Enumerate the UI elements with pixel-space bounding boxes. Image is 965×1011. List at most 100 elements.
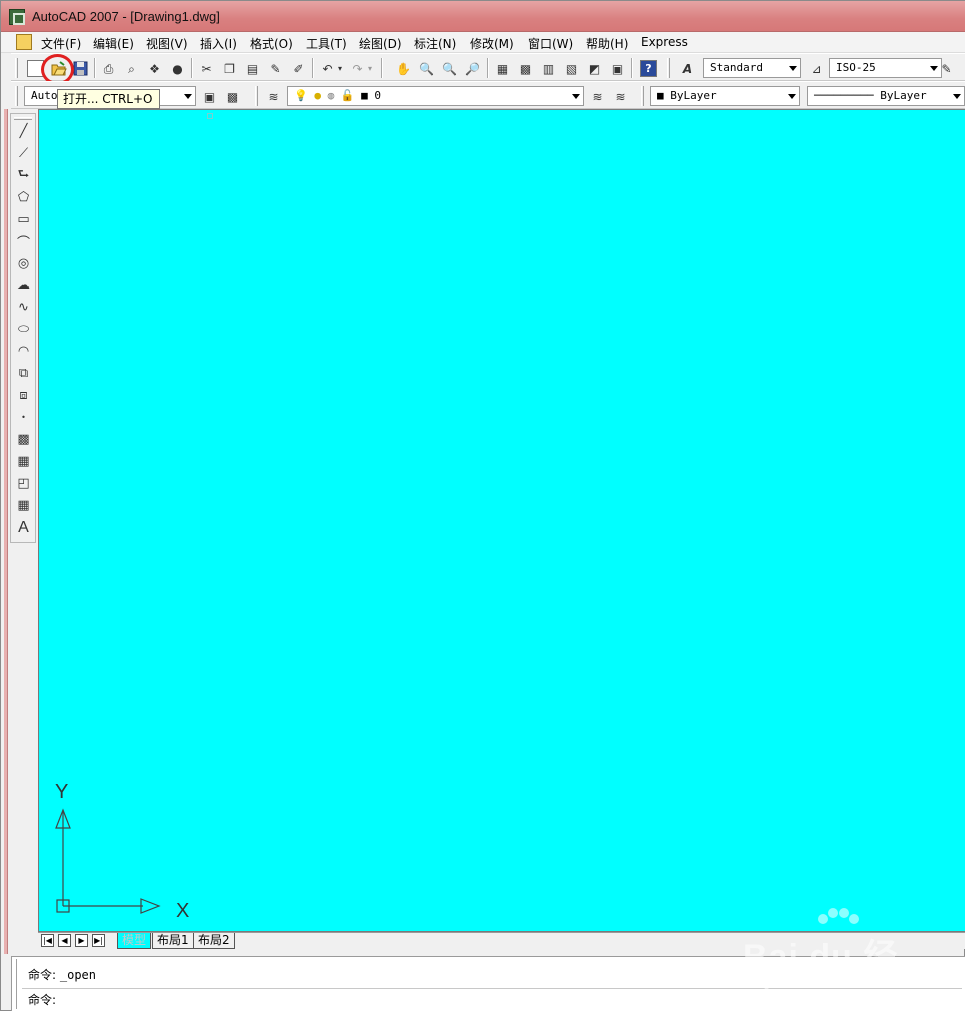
menu-edit[interactable]: 编辑(E) [93,35,134,52]
polyline-icon[interactable]: ⮑ [14,166,33,185]
menu-draw[interactable]: 绘图(D) [359,35,402,52]
calculator-icon[interactable]: ▣ [609,60,626,77]
block-editor-icon[interactable]: ✐ [290,60,307,77]
command-history-value: _open [59,968,96,982]
autocad-app-icon[interactable] [9,9,25,25]
command-input-line[interactable]: 命令: [28,991,56,1008]
tab-layout2[interactable]: 布局2 [193,933,235,949]
make-object-layer-current-icon[interactable]: ≋ [589,88,606,105]
table-icon[interactable]: ▦ [14,496,33,515]
menu-format[interactable]: 格式(O) [250,35,293,52]
help-icon[interactable]: ? [640,60,657,77]
menu-tools[interactable]: 工具(T) [306,35,347,52]
match-properties-icon[interactable]: ✎ [267,60,284,77]
window-title: AutoCAD 2007 - [Drawing1.dwg] [32,9,220,24]
tool-palettes-icon[interactable]: ▥ [540,60,557,77]
cut-icon[interactable]: ✂ [198,60,215,77]
drawing-canvas[interactable]: Y X [38,109,965,932]
document-icon[interactable] [16,34,32,50]
layer-select[interactable]: 💡 ● ◍ 🔓 ■ 0 [287,86,584,106]
toolbar-grip[interactable] [641,86,644,106]
menu-help[interactable]: 帮助(H) [586,35,628,52]
menu-window[interactable]: 窗口(W) [528,35,573,52]
gradient-icon[interactable]: ▦ [14,452,33,471]
menu-express[interactable]: Express [641,35,688,49]
toolbar-grip[interactable] [14,117,32,120]
zoom-window-icon[interactable]: 🔍 [441,60,458,77]
first-tab-icon[interactable]: |◀ [41,934,54,947]
toolbar-grip[interactable] [15,58,18,78]
ucs-icon: Y X [55,781,189,922]
undo-dropdown-icon[interactable]: ▾ [336,60,344,77]
menu-view[interactable]: 视图(V) [146,35,188,52]
spline-icon[interactable]: ∿ [14,298,33,317]
command-grip[interactable] [13,959,17,1009]
properties-icon[interactable]: ▦ [494,60,511,77]
redo-icon[interactable]: ↷ [349,60,366,77]
multiline-text-icon[interactable]: A [14,518,33,537]
redo-dropdown-icon[interactable]: ▾ [366,60,374,77]
lock-icon: 🔓 [340,89,355,102]
command-history-line: 命令: _open [28,966,96,983]
save-icon[interactable] [72,60,89,77]
zoom-previous-icon[interactable]: 🔎 [464,60,481,77]
toolbar-grip[interactable] [15,86,18,106]
text-style-select[interactable]: Standard [703,58,801,78]
table-style-icon[interactable]: ✎ [938,60,955,77]
menu-insert[interactable]: 插入(I) [200,35,237,52]
print-icon[interactable]: ⎙ [100,60,117,77]
make-block-icon[interactable]: ⧈ [14,386,33,405]
copy-icon[interactable]: ❐ [221,60,238,77]
ellipse-icon[interactable]: ⬭ [14,320,33,339]
zoom-realtime-icon[interactable]: 🔍 [418,60,435,77]
linetype-select[interactable]: ───────── ByLayer [807,86,965,106]
prev-tab-icon[interactable]: ◀ [58,934,71,947]
workspace-save-icon[interactable]: ▩ [224,88,241,105]
sun-icon: ● [314,89,321,102]
next-tab-icon[interactable]: ▶ [75,934,88,947]
construction-line-icon[interactable]: ⟋ [14,144,33,163]
color-select[interactable]: ■ ByLayer [650,86,800,106]
toolbar-separator [631,58,633,78]
3d-dwf-icon[interactable]: ● [169,60,186,77]
design-center-icon[interactable]: ▩ [517,60,534,77]
toolbar-separator [381,58,383,78]
draw-toolbar: ╱ ⟋ ⮑ ⬠ ▭ ⌒ ◎ ☁ ∿ ⬭ ◠ ⧉ ⧈ • ▩ ▦ ◰ ▦ A [10,113,36,543]
tab-layout1[interactable]: 布局1 [152,933,194,949]
text-style-icon[interactable]: A [679,60,696,77]
workspace-settings-icon[interactable]: ▣ [201,88,218,105]
point-icon[interactable]: • [14,408,33,427]
dim-style-icon[interactable]: ⊿ [808,60,825,77]
paste-icon[interactable]: ▤ [244,60,261,77]
polygon-icon[interactable]: ⬠ [14,188,33,207]
line-icon[interactable]: ╱ [14,122,33,141]
publish-icon[interactable]: ❖ [146,60,163,77]
chevron-down-icon [184,94,192,99]
layer-color-swatch: ■ [361,89,368,102]
revision-cloud-icon[interactable]: ☁ [14,276,33,295]
ellipse-arc-icon[interactable]: ◠ [14,342,33,361]
toolbar-grip[interactable] [667,58,670,78]
color-swatch: ■ [657,89,671,102]
circle-icon[interactable]: ◎ [14,254,33,273]
rectangle-icon[interactable]: ▭ [14,210,33,229]
menu-modify[interactable]: 修改(M) [470,35,514,52]
markup-icon[interactable]: ◩ [586,60,603,77]
hatch-icon[interactable]: ▩ [14,430,33,449]
menu-file[interactable]: 文件(F) [41,35,81,52]
region-icon[interactable]: ◰ [14,474,33,493]
menu-dimension[interactable]: 标注(N) [414,35,456,52]
tab-model[interactable]: 模型 [117,933,152,949]
toolbar-grip[interactable] [255,86,258,106]
layer-previous-icon[interactable]: ≋ [612,88,629,105]
pan-icon[interactable]: ✋ [395,60,412,77]
layer-manager-icon[interactable]: ≋ [265,88,282,105]
insert-block-icon[interactable]: ⧉ [14,364,33,383]
plot-preview-icon[interactable]: ⌕ [123,60,140,77]
title-bar[interactable]: AutoCAD 2007 - [Drawing1.dwg] [1,1,965,32]
undo-icon[interactable]: ↶ [319,60,336,77]
sheet-set-icon[interactable]: ▧ [563,60,580,77]
last-tab-icon[interactable]: ▶| [92,934,105,947]
arc-icon[interactable]: ⌒ [14,232,33,251]
dim-style-select[interactable]: ISO-25 [829,58,942,78]
